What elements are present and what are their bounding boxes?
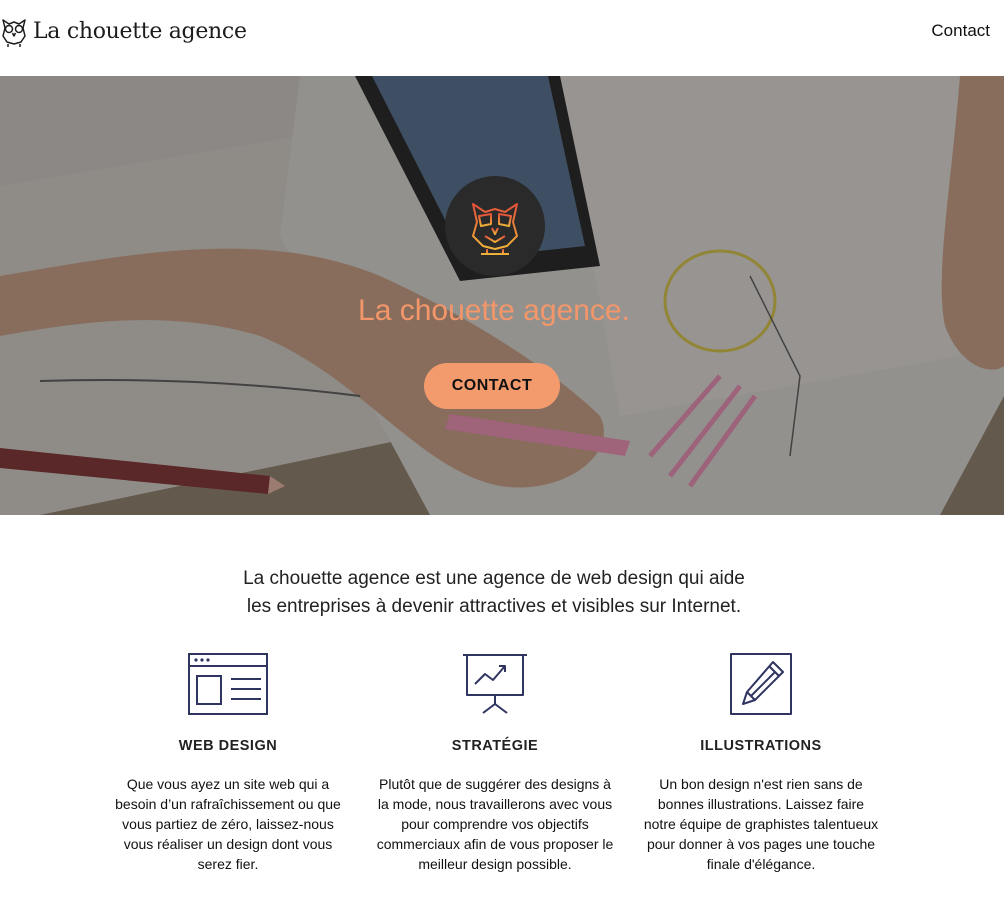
- service-title: ILLUSTRATIONS: [700, 738, 822, 754]
- hero-owl-badge: [445, 176, 545, 276]
- hero-banner: La chouette agence. CONTACT: [0, 76, 1004, 515]
- nav-contact-link[interactable]: Contact: [931, 21, 990, 41]
- intro-line-1: La chouette agence est une agence de web…: [243, 568, 745, 589]
- service-description: Que vous ayez un site web qui a besoin d…: [115, 776, 341, 872]
- service-web-design: WEB DESIGN Que vous ayez un site web qui…: [108, 652, 348, 874]
- web-design-icon: [188, 653, 268, 715]
- intro-line-2: les entreprises à devenir attractives et…: [246, 596, 742, 617]
- service-strategy: STRATÉGIE Plutôt que de suggérer des des…: [375, 652, 615, 874]
- service-illustrations: ILLUSTRATIONS Un bon design n'est rien s…: [641, 652, 881, 874]
- brand-logo-link[interactable]: La chouette agence: [0, 14, 247, 48]
- intro-text: La chouette agence est une agence de web…: [0, 565, 988, 621]
- service-description: Plutôt que de suggérer des designs à la …: [376, 776, 614, 872]
- illustration-icon: [730, 653, 792, 715]
- service-title: WEB DESIGN: [178, 738, 278, 754]
- service-title: STRATÉGIE: [451, 738, 539, 754]
- owl-logo-icon: [2, 19, 26, 47]
- strategy-icon: [463, 654, 527, 714]
- hero-title: La chouette agence.: [358, 294, 630, 327]
- service-description: Un bon design n'est rien sans de bonnes …: [643, 776, 879, 872]
- hero-contact-button[interactable]: CONTACT: [424, 363, 560, 409]
- owl-badge-icon: [472, 203, 518, 255]
- brand-name: La chouette agence: [33, 18, 247, 44]
- site-header: La chouette agence Contact: [0, 0, 1004, 76]
